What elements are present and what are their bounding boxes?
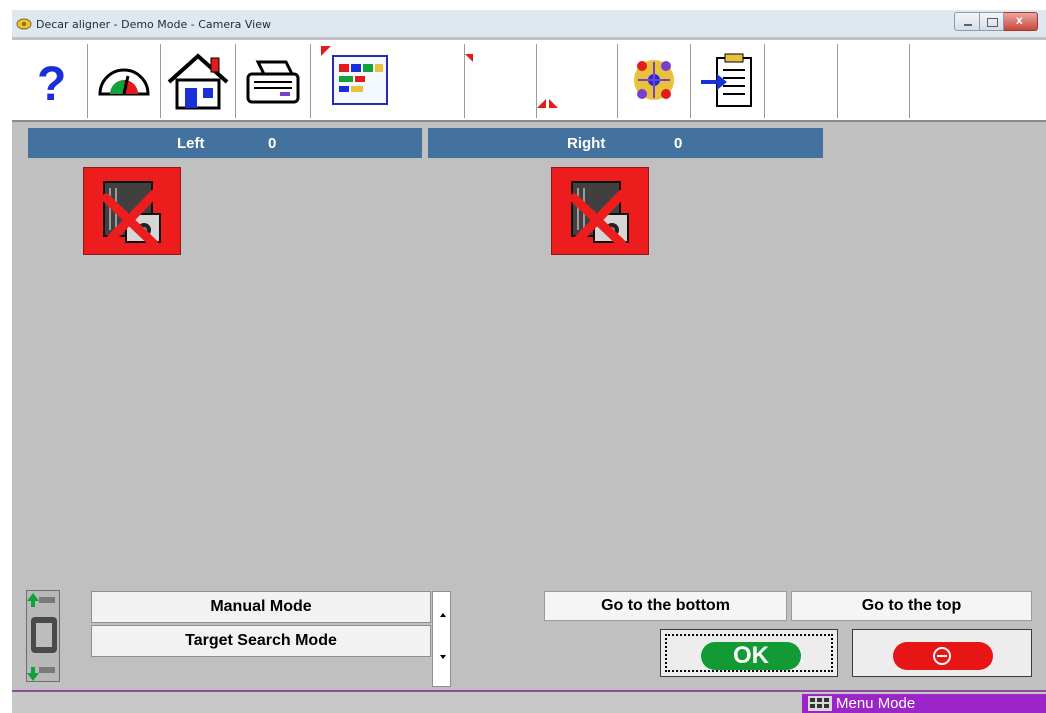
menu-mode-icon xyxy=(808,696,832,711)
targets-button[interactable] xyxy=(618,44,691,118)
camera-error-icon xyxy=(101,181,161,249)
toolbar: ? xyxy=(12,40,1046,122)
toolbar-slot-1[interactable] xyxy=(465,44,537,118)
scroll-down-icon[interactable] xyxy=(440,655,446,659)
right-camera-header: Right 0 xyxy=(428,128,823,158)
gauge-icon xyxy=(98,68,150,96)
toolbar-slot-4[interactable] xyxy=(838,44,910,118)
clipboard-import-icon xyxy=(701,53,752,107)
left-camera-label: Left xyxy=(177,135,205,152)
svg-text:?: ? xyxy=(37,58,66,111)
app-window: Decar aligner - Demo Mode - Camera View … xyxy=(12,10,1046,713)
mode-list-scrollbar[interactable] xyxy=(432,591,451,687)
ok-button[interactable]: OK xyxy=(660,629,838,677)
left-camera-count: 0 xyxy=(268,135,277,152)
toolbar-slot-3[interactable] xyxy=(765,44,838,118)
window-title: Decar aligner - Demo Mode - Camera View xyxy=(36,18,271,31)
mode-selector-icon-panel[interactable] xyxy=(26,590,60,682)
right-camera-status[interactable] xyxy=(551,167,649,255)
targets-icon xyxy=(634,60,674,100)
toolbar-slot-2[interactable] xyxy=(537,44,618,118)
mode-item-manual[interactable]: Manual Mode xyxy=(91,591,431,623)
mode-toggle-icon xyxy=(27,593,57,681)
printer-icon xyxy=(246,60,300,104)
status-mode-label: Menu Mode xyxy=(836,695,916,712)
home-icon xyxy=(167,53,229,110)
window-controls xyxy=(954,12,1038,32)
maximize-button[interactable] xyxy=(980,12,1004,31)
mode-list: Manual Mode Target Search Mode xyxy=(91,591,431,667)
measurements-button[interactable] xyxy=(88,44,161,118)
minimize-button[interactable] xyxy=(954,12,980,31)
mode-item-target-search[interactable]: Target Search Mode xyxy=(91,625,431,657)
left-camera-status[interactable] xyxy=(83,167,181,255)
report-icon xyxy=(321,46,388,105)
help-button[interactable]: ? xyxy=(12,44,88,118)
scroll-up-icon[interactable] xyxy=(440,613,446,617)
app-logo-icon xyxy=(16,18,32,30)
report-button[interactable] xyxy=(311,44,465,118)
camera-error-icon xyxy=(569,181,629,249)
corner-marker-icon xyxy=(465,54,473,62)
left-camera-header: Left 0 xyxy=(28,128,422,158)
go-to-top-button[interactable]: Go to the top xyxy=(791,591,1032,621)
title-bar: Decar aligner - Demo Mode - Camera View xyxy=(12,10,1046,38)
cancel-bar xyxy=(937,655,947,657)
help-icon: ? xyxy=(37,58,66,111)
cancel-button[interactable] xyxy=(852,629,1032,677)
home-button[interactable] xyxy=(161,44,236,118)
import-button[interactable] xyxy=(691,44,765,118)
ok-label: OK xyxy=(701,642,801,670)
status-mode: Menu Mode xyxy=(802,694,1046,713)
go-to-bottom-button[interactable]: Go to the bottom xyxy=(544,591,787,621)
split-marker-icon xyxy=(537,99,558,108)
print-button[interactable] xyxy=(236,44,311,118)
close-button[interactable] xyxy=(1004,12,1038,31)
right-camera-label: Right xyxy=(567,135,606,152)
cancel-icon xyxy=(893,642,993,670)
right-camera-count: 0 xyxy=(674,135,683,152)
